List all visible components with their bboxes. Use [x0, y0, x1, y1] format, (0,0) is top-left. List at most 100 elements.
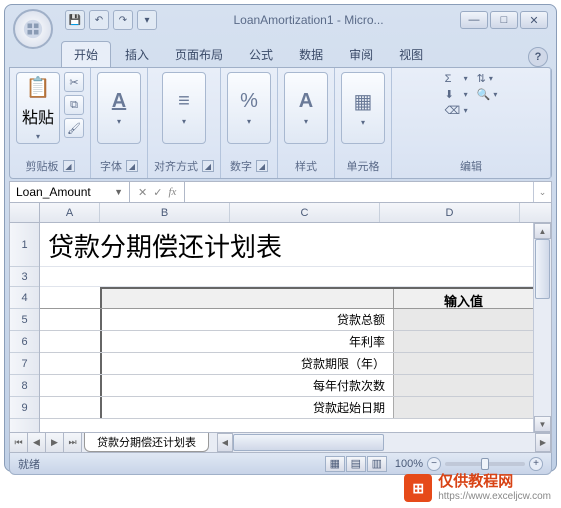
chevron-down-icon: ▾	[493, 90, 497, 99]
view-normal-button[interactable]: ▦	[325, 456, 345, 472]
office-button[interactable]	[13, 9, 53, 49]
row-header-5[interactable]: 5	[10, 309, 39, 331]
tab-nav-last[interactable]: ⏭	[64, 433, 82, 452]
select-all-cell[interactable]	[10, 203, 40, 222]
sheet-tab-active[interactable]: 贷款分期偿还计划表	[84, 433, 209, 452]
row-annual-rate[interactable]: 年利率	[40, 331, 533, 353]
row-header-4[interactable]: 4	[10, 287, 39, 309]
clipboard-launcher[interactable]: ◢	[63, 160, 75, 172]
row-header-7[interactable]: 7	[10, 353, 39, 375]
styles-button[interactable]: A▾	[284, 72, 328, 144]
tab-home[interactable]: 开始	[61, 41, 111, 67]
horizontal-scrollbar[interactable]: ◀ ▶	[217, 433, 551, 452]
qat-save-button[interactable]: 💾	[65, 10, 85, 30]
group-label-number: 数字	[230, 158, 252, 174]
zoom-slider-thumb[interactable]	[481, 458, 489, 470]
chevron-down-icon: ▾	[182, 117, 186, 126]
font-launcher[interactable]: ◢	[126, 160, 138, 172]
number-button[interactable]: %▾	[227, 72, 271, 144]
row-start-date[interactable]: 贷款起始日期	[40, 397, 533, 419]
zoom-slider[interactable]	[445, 462, 525, 466]
tab-nav-prev[interactable]: ◀	[28, 433, 46, 452]
view-page-break-button[interactable]: ▥	[367, 456, 387, 472]
align-launcher[interactable]: ◢	[202, 160, 214, 172]
scroll-down-button[interactable]: ▼	[534, 416, 551, 432]
row-header-8[interactable]: 8	[10, 375, 39, 397]
copy-icon: ⧉	[70, 99, 78, 112]
font-button[interactable]: A▾	[97, 72, 141, 144]
clear-icon[interactable]: ⌫	[445, 104, 461, 117]
tab-data[interactable]: 数据	[287, 42, 335, 67]
scissors-icon: ✂	[69, 76, 78, 89]
column-header-d[interactable]: D	[380, 203, 520, 222]
scroll-thumb[interactable]	[535, 239, 550, 299]
sheet-title-cell[interactable]: 贷款分期偿还计划表	[40, 223, 533, 267]
minimize-button[interactable]: —	[460, 11, 488, 29]
tab-insert[interactable]: 插入	[113, 42, 161, 67]
tab-nav-first[interactable]: ⏮	[10, 433, 28, 452]
qat-redo-button[interactable]: ↷	[113, 10, 133, 30]
tab-page-layout[interactable]: 页面布局	[163, 42, 235, 67]
name-box[interactable]: Loan_Amount ▼	[10, 182, 130, 202]
row-header-9[interactable]: 9	[10, 397, 39, 419]
alignment-button[interactable]: ≡▾	[162, 72, 206, 144]
hscroll-thumb[interactable]	[233, 434, 384, 451]
row-payments-per-year[interactable]: 每年付款次数	[40, 375, 533, 397]
tab-formulas[interactable]: 公式	[237, 42, 285, 67]
copy-button[interactable]: ⧉	[64, 95, 84, 115]
ribbon-group-editing: Σ▾ ⇅▾ ⬇▾ 🔍▾ ⌫▾ 编辑	[392, 68, 551, 178]
autosum-icon[interactable]: Σ	[445, 73, 461, 85]
fx-button[interactable]: fx	[168, 186, 176, 198]
row-header-1[interactable]: 1	[10, 223, 39, 267]
close-button[interactable]: ✕	[520, 11, 548, 29]
chevron-down-icon: ▾	[247, 117, 251, 126]
input-loan-years[interactable]	[393, 353, 533, 374]
view-page-layout-button[interactable]: ▤	[346, 456, 366, 472]
fill-icon[interactable]: ⬇	[445, 88, 461, 101]
ribbon-group-font: A▾ 字体 ◢	[91, 68, 148, 178]
page-layout-icon: ▤	[351, 457, 361, 470]
column-header-b[interactable]: B	[100, 203, 230, 222]
column-header-a[interactable]: A	[40, 203, 100, 222]
paste-button[interactable]: 📋 粘贴 ▾	[16, 72, 60, 144]
group-label-font: 字体	[100, 158, 122, 174]
qat-undo-button[interactable]: ↶	[89, 10, 109, 30]
vertical-scrollbar[interactable]: ▲ ▼	[533, 223, 551, 432]
tab-review[interactable]: 审阅	[337, 42, 385, 67]
find-icon[interactable]: 🔍	[477, 88, 491, 101]
formula-input[interactable]	[185, 182, 533, 202]
row-loan-amount[interactable]: 贷款总额	[40, 309, 533, 331]
input-loan-amount[interactable]	[393, 309, 533, 330]
column-header-c[interactable]: C	[230, 203, 380, 222]
accept-formula-icon[interactable]: ✓	[153, 186, 162, 199]
tab-nav-next[interactable]: ▶	[46, 433, 64, 452]
zoom-in-button[interactable]: +	[529, 457, 543, 471]
input-payments-per-year[interactable]	[393, 375, 533, 396]
input-start-date[interactable]	[393, 397, 533, 418]
cell-grid[interactable]: 贷款分期偿还计划表 输入值 贷款总额 年利率 贷款期限（年） 每年付款次数 贷款…	[40, 223, 533, 432]
row-header-3[interactable]: 3	[10, 267, 39, 287]
qat-customize-button[interactable]: ▾	[137, 10, 157, 30]
maximize-button[interactable]: □	[490, 11, 518, 29]
cancel-formula-icon[interactable]: ✕	[138, 186, 147, 199]
watermark-url: https://www.exceljcw.com	[438, 491, 551, 502]
scroll-left-button[interactable]: ◀	[217, 433, 233, 452]
zoom-level[interactable]: 100%	[395, 458, 423, 470]
tab-view[interactable]: 视图	[387, 42, 435, 67]
number-launcher[interactable]: ◢	[256, 160, 268, 172]
format-painter-button[interactable]: 🖌	[64, 118, 84, 138]
scroll-up-button[interactable]: ▲	[534, 223, 551, 239]
row-header-6[interactable]: 6	[10, 331, 39, 353]
zoom-out-button[interactable]: −	[427, 457, 441, 471]
help-button[interactable]: ?	[528, 47, 548, 67]
input-annual-rate[interactable]	[393, 331, 533, 352]
row-loan-years[interactable]: 贷款期限（年）	[40, 353, 533, 375]
formula-bar-expand[interactable]: ⌄	[533, 182, 551, 202]
scroll-right-button[interactable]: ▶	[535, 433, 551, 452]
input-header-row[interactable]: 输入值	[40, 287, 533, 309]
chevron-down-icon: ▾	[117, 117, 121, 126]
cut-button[interactable]: ✂	[64, 72, 84, 92]
cells-button[interactable]: ▦▾	[341, 72, 385, 144]
blank-row[interactable]	[40, 267, 533, 287]
sort-icon[interactable]: ⇅	[477, 72, 486, 85]
